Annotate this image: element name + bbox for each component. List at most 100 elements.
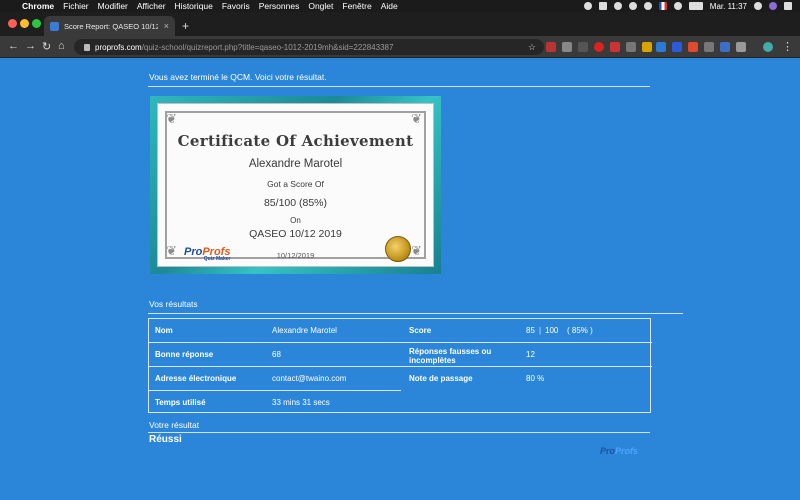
zoom-window-button[interactable] [32, 19, 41, 28]
pass-value: 80 % [526, 374, 545, 383]
extension-icon-1[interactable] [546, 42, 556, 52]
extension-icon-10[interactable] [688, 42, 698, 52]
close-window-button[interactable] [8, 19, 17, 28]
intro-divider [148, 86, 650, 87]
intro-text: Vous avez terminé le QCM. Voici votre ré… [149, 72, 327, 82]
address-bar[interactable]: proprofs.com/quiz-school/quizreport.php?… [74, 39, 544, 55]
siri-icon[interactable] [769, 2, 777, 10]
certificate-title: Certificate Of Achievement [177, 132, 414, 150]
reload-icon[interactable]: ↻ [42, 40, 51, 53]
certificate-score: 85/100 (85%) [263, 197, 328, 209]
correct-label: Bonne réponse [155, 350, 214, 359]
tab-title: Score Report: QASEO 10/12 2019 [64, 21, 158, 31]
certificate-got-score: Got a Score Of [267, 179, 324, 189]
tab-score-report[interactable]: Score Report: QASEO 10/12 2019 × [44, 16, 175, 36]
menu-afficher[interactable]: Afficher [137, 1, 166, 11]
menu-bar: Chrome Fichier Modifier Afficher Histori… [0, 0, 800, 12]
new-tab-button[interactable]: + [182, 19, 189, 33]
logo-part-a: Pro [184, 246, 203, 258]
pinterest-icon[interactable] [594, 42, 604, 52]
home-icon[interactable]: ⌂ [58, 40, 65, 52]
menu-modifier[interactable]: Modifier [98, 1, 128, 11]
extension-icon-9[interactable] [672, 42, 682, 52]
url-host: proprofs.com [95, 42, 142, 52]
wrong-value: 12 [526, 350, 535, 359]
corner-flourish-icon: ❦ [411, 111, 422, 126]
table-row: Temps utilisé 33 mins 31 secs [149, 390, 401, 414]
extension-icon-13[interactable] [736, 42, 746, 52]
score-value: 85 [526, 326, 535, 335]
your-result-divider [148, 432, 650, 433]
menu-aide[interactable]: Aide [381, 1, 398, 11]
record-icon[interactable] [583, 2, 592, 10]
menu-onglet[interactable]: Onglet [308, 1, 333, 11]
profile-avatar[interactable] [763, 42, 773, 52]
flag-fr-icon[interactable] [658, 2, 667, 10]
table-row: Adresse électronique contact@twaino.com … [149, 366, 652, 390]
menu-favoris[interactable]: Favoris [222, 1, 250, 11]
bookmark-star-icon[interactable]: ☆ [528, 42, 536, 53]
menu-historique[interactable]: Historique [175, 1, 213, 11]
table-row: Nom Alexandre Marotel Score 85 | 100 ( 8… [149, 319, 652, 343]
extension-icon-7[interactable] [642, 42, 652, 52]
status-area: Mar. 11:37 [583, 0, 792, 12]
certificate-on: On [290, 216, 301, 225]
extension-icon-2[interactable] [562, 42, 572, 52]
correct-value: 68 [272, 350, 281, 359]
name-value: Alexandre Marotel [272, 326, 337, 335]
corner-flourish-icon: ❦ [166, 111, 177, 126]
close-tab-icon[interactable]: × [164, 21, 169, 31]
gold-seal-icon [385, 236, 411, 262]
lock-icon [84, 43, 90, 51]
results-heading: Vos résultats [149, 299, 198, 309]
results-divider [148, 313, 683, 314]
score-label: Score [409, 326, 432, 335]
proprofs-logo: ProProfs Quiz Maker [184, 246, 230, 262]
tab-strip: Score Report: QASEO 10/12 2019 × + [0, 12, 800, 36]
url-path: /quiz-school/quizreport.php?title=qaseo-… [141, 42, 394, 52]
results-table: Nom Alexandre Marotel Score 85 | 100 ( 8… [148, 318, 652, 414]
extension-icon-6[interactable] [626, 42, 636, 52]
page-content: Vous avez terminé le QCM. Voici votre ré… [0, 58, 800, 500]
table-row: Bonne réponse 68 Réponses fausses ou inc… [149, 342, 652, 366]
chrome-menu-icon[interactable]: ⋮ [782, 40, 793, 53]
result-status: Réussi [149, 434, 182, 445]
pass-label: Note de passage [409, 374, 473, 383]
time-label: Temps utilisé [155, 398, 206, 407]
extension-icon-5[interactable] [610, 42, 620, 52]
extension-icon-3[interactable] [578, 42, 588, 52]
back-icon[interactable]: ← [8, 40, 19, 52]
forward-icon[interactable]: → [25, 40, 36, 52]
menu-fenetre[interactable]: Fenêtre [342, 1, 371, 11]
menu-fichier[interactable]: Fichier [63, 1, 89, 11]
browser-toolbar: ← → ↻ ⌂ proprofs.com/quiz-school/quizrep… [0, 36, 800, 58]
certificate: ❦ ❦ ❦ ❦ Certificate Of Achievement Alexa… [150, 96, 441, 274]
email-value: contact@twaino.com [272, 374, 347, 383]
dropbox-icon[interactable] [613, 2, 622, 10]
certificate-recipient: Alexandre Marotel [248, 158, 343, 170]
footer-logo-part-b: Profs [615, 446, 639, 456]
score-percent: ( 85% ) [567, 326, 593, 335]
footer-logo-part-a: Pro [600, 446, 616, 456]
extension-icon-12[interactable] [720, 42, 730, 52]
footer-proprofs-logo[interactable]: ProProfs [600, 446, 638, 456]
your-result-heading: Votre résultat [149, 420, 200, 430]
menu-list-icon[interactable] [784, 2, 792, 10]
search-icon[interactable] [754, 2, 762, 10]
score-separator: | [539, 326, 542, 335]
menu-app-chrome[interactable]: Chrome [22, 1, 54, 11]
extension-icon-11[interactable] [704, 42, 714, 52]
menu-personnes[interactable]: Personnes [259, 1, 300, 11]
cloud-icon[interactable] [628, 2, 637, 10]
clock[interactable]: Mar. 11:37 [710, 2, 747, 11]
app-status-icon[interactable] [598, 2, 607, 10]
battery-icon[interactable] [688, 2, 703, 10]
minimize-window-button[interactable] [20, 19, 29, 28]
name-label: Nom [155, 326, 173, 335]
time-value: 33 mins 31 secs [272, 398, 330, 407]
wrong-label: Réponses fausses ou incomplètes [409, 347, 492, 365]
bluetooth-icon[interactable] [643, 2, 652, 10]
email-label: Adresse électronique [155, 374, 237, 383]
wifi-icon[interactable] [673, 2, 682, 10]
extension-icon-8[interactable] [656, 42, 666, 52]
